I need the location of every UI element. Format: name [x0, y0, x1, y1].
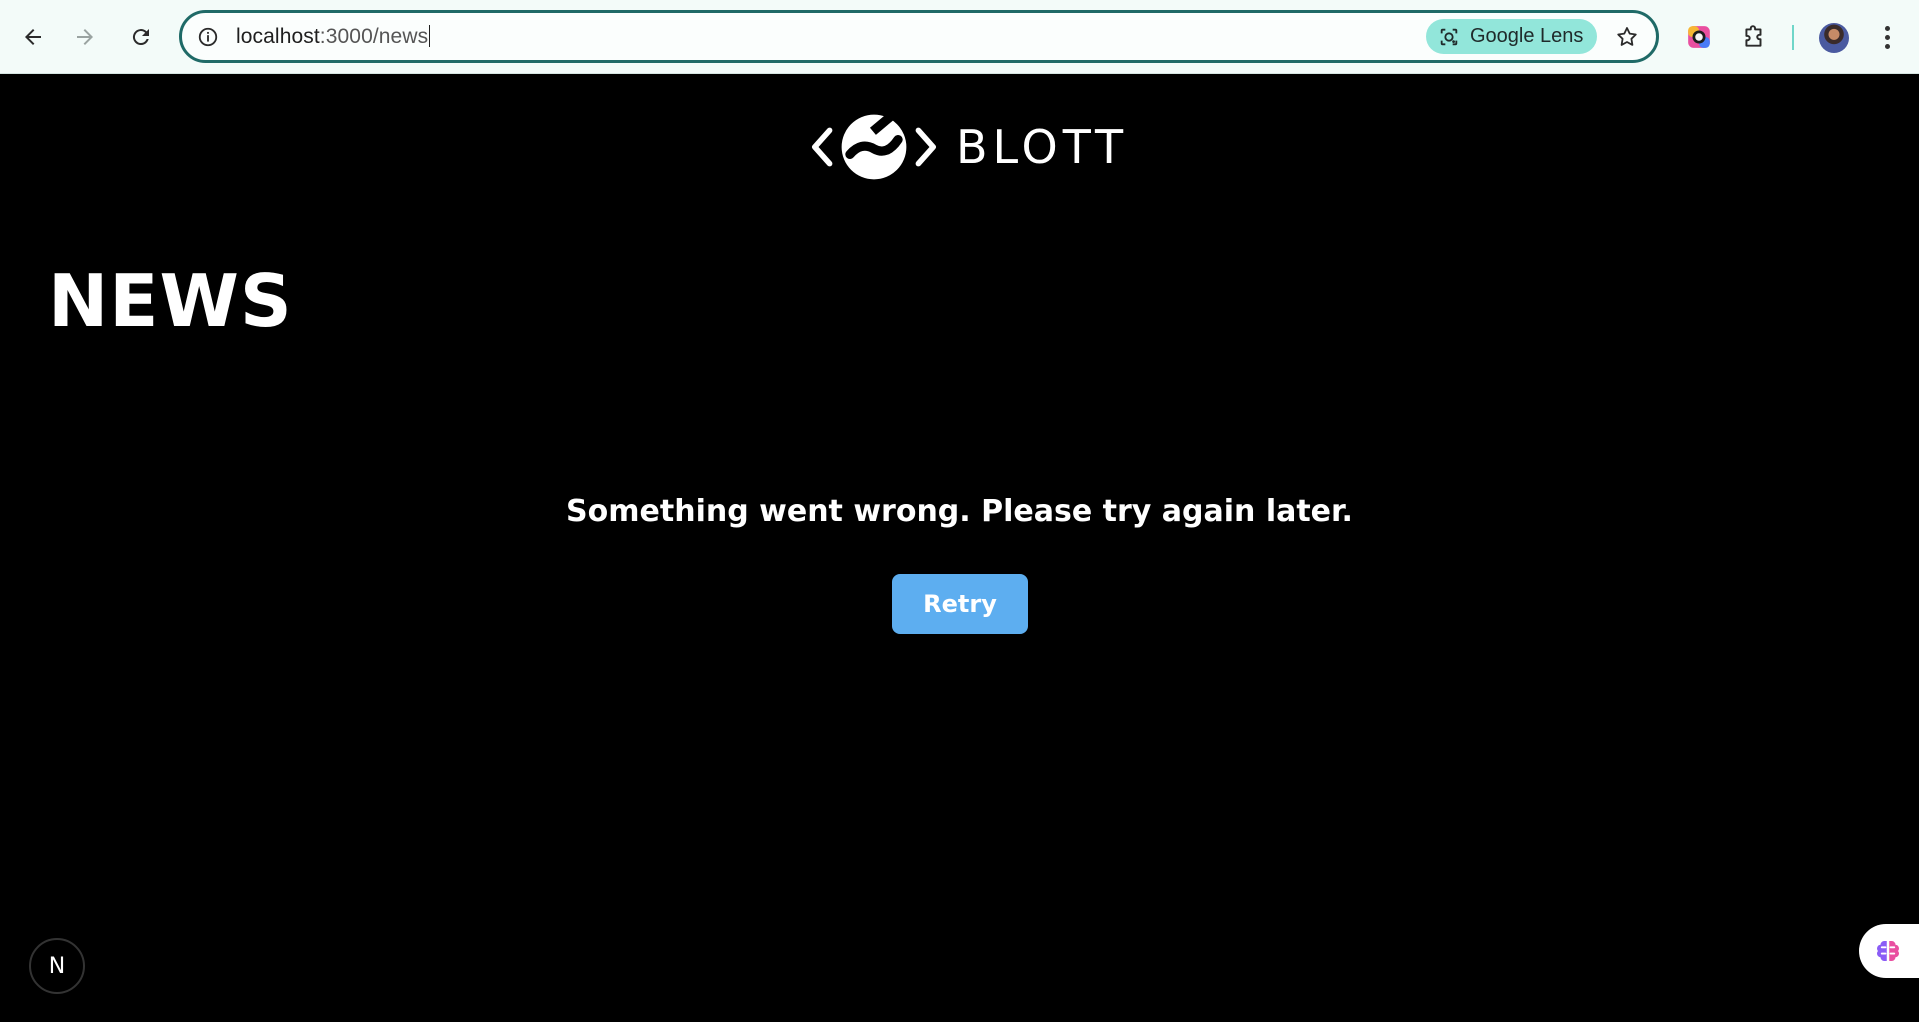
extensions-puzzle-icon[interactable]: [1740, 23, 1768, 51]
profile-avatar[interactable]: [1819, 23, 1849, 53]
toolbar-separator: [1792, 25, 1794, 50]
forward-icon: [77, 29, 93, 45]
page-title: NEWS: [48, 259, 293, 343]
back-icon: [25, 29, 41, 45]
site-info-icon[interactable]: [196, 25, 220, 49]
blott-logo-icon: [812, 110, 936, 180]
reload-button[interactable]: [123, 19, 159, 55]
browser-toolbar: localhost:3000/news Google Lens: [0, 0, 1919, 74]
retry-button[interactable]: Retry: [892, 574, 1028, 634]
url-host: localhost: [236, 25, 320, 48]
news-page: BLOTT NEWS Something went wrong. Please …: [0, 74, 1919, 1022]
text-caret: [429, 25, 431, 47]
url-text[interactable]: localhost:3000/news: [236, 25, 431, 49]
url-path: :3000/news: [319, 25, 429, 48]
back-button[interactable]: [15, 19, 51, 55]
ai-assistant-widget[interactable]: [1859, 924, 1919, 978]
chrome-menu-icon[interactable]: [1877, 23, 1897, 51]
brand-wordmark: BLOTT: [956, 120, 1129, 174]
ai-brain-icon: [1877, 941, 1899, 961]
error-message: Something went wrong. Please try again l…: [566, 494, 1353, 529]
reload-icon: [132, 29, 149, 46]
address-bar[interactable]: localhost:3000/news Google Lens: [179, 10, 1659, 63]
forward-button[interactable]: [67, 19, 103, 55]
nextjs-dev-icon: N: [48, 953, 66, 979]
blott-logo[interactable]: BLOTT: [806, 110, 1128, 184]
bookmark-star-icon[interactable]: [1613, 23, 1641, 51]
google-lens-icon: [1440, 28, 1458, 45]
google-lens-label: Google Lens: [1470, 25, 1584, 47]
google-lens-button[interactable]: Google Lens: [1426, 19, 1597, 54]
nextjs-dev-indicator[interactable]: N: [29, 938, 85, 994]
extension-color-icon[interactable]: [1685, 23, 1713, 51]
